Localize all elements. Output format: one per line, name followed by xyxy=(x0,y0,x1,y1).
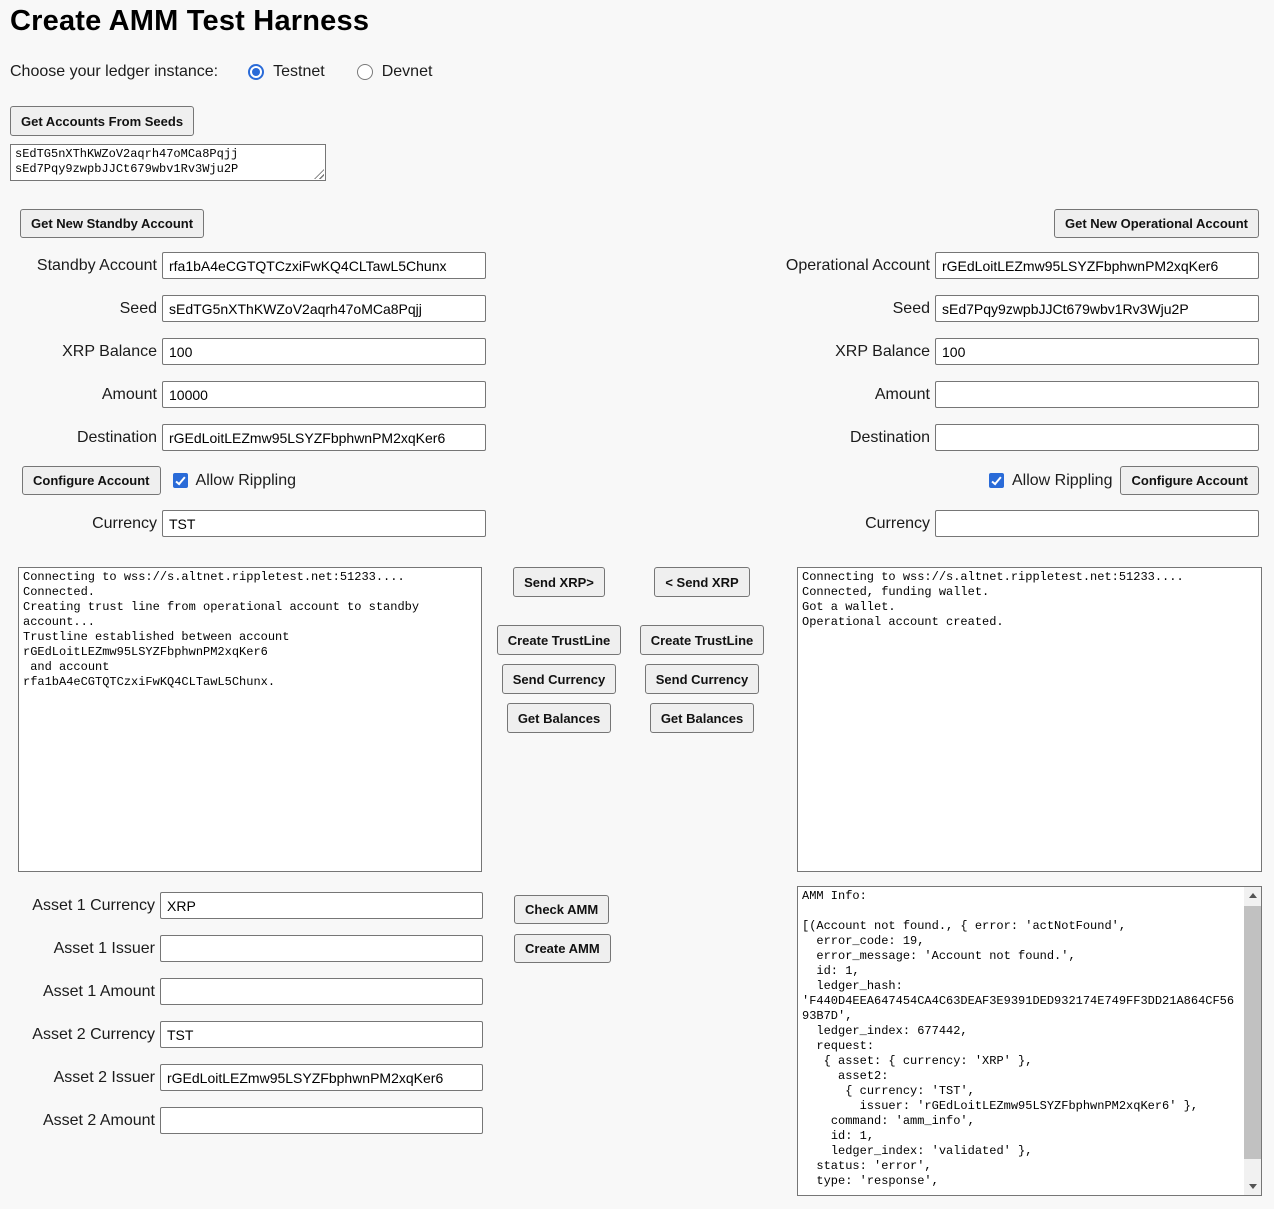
asset2-issuer-label: Asset 2 Issuer xyxy=(8,1069,160,1087)
standby-configure-account-button[interactable]: Configure Account xyxy=(22,466,161,495)
standby-amount-input[interactable] xyxy=(162,381,486,408)
standby-account-form: Get New Standby Account Standby Account … xyxy=(10,209,486,553)
operational-seed-label: Seed xyxy=(612,300,935,318)
amm-test-harness-page: Create AMM Test Harness Choose your ledg… xyxy=(0,0,1274,1209)
operational-account-form: Get New Operational Account Operational … xyxy=(612,209,1259,553)
operational-xrp-balance-label: XRP Balance xyxy=(612,343,935,361)
asset2-currency-label: Asset 2 Currency xyxy=(8,1026,160,1044)
testnet-radio[interactable] xyxy=(248,64,264,80)
operational-account-input[interactable] xyxy=(935,252,1259,279)
standby-amount-label: Amount xyxy=(10,386,162,404)
operational-amount-input[interactable] xyxy=(935,381,1259,408)
standby-send-currency-button[interactable]: Send Currency xyxy=(502,664,616,694)
seeds-input[interactable]: sEdTG5nXThKWZoV2aqrh47oMCa8Pqjj sEd7Pqy9… xyxy=(10,144,326,181)
check-amm-button[interactable]: Check AMM xyxy=(514,895,609,924)
devnet-radio-label: Devnet xyxy=(382,63,433,81)
get-new-standby-account-button[interactable]: Get New Standby Account xyxy=(20,209,204,238)
standby-results-textarea[interactable]: Connecting to wss://s.altnet.rippletest.… xyxy=(18,567,482,872)
standby-allow-rippling-checkbox[interactable] xyxy=(173,473,188,488)
standby-seed-label: Seed xyxy=(10,300,162,318)
page-title: Create AMM Test Harness xyxy=(10,5,369,38)
asset2-amount-input[interactable] xyxy=(160,1107,483,1134)
amm-info-panel[interactable]: AMM Info: [(Account not found., { error:… xyxy=(797,886,1262,1196)
standby-actions-column: Send XRP> Create TrustLine Send Currency… xyxy=(496,567,622,742)
operational-xrp-balance-input[interactable] xyxy=(935,338,1259,365)
ledger-instance-label: Choose your ledger instance: xyxy=(10,63,218,81)
send-xrp-to-standby-button[interactable]: < Send XRP xyxy=(654,567,749,597)
standby-currency-label: Currency xyxy=(10,515,162,533)
operational-allow-rippling-label: Allow Rippling xyxy=(1012,472,1113,490)
operational-create-trustline-button[interactable]: Create TrustLine xyxy=(640,625,765,655)
amm-asset-form: Asset 1 Currency Asset 1 Issuer Asset 1 … xyxy=(8,892,483,1150)
scrollbar-down-button[interactable] xyxy=(1244,1178,1261,1195)
devnet-radio[interactable] xyxy=(357,64,373,80)
seeds-textarea-wrap: sEdTG5nXThKWZoV2aqrh47oMCa8Pqjj sEd7Pqy9… xyxy=(10,144,326,181)
scrollbar-up-icon xyxy=(1249,893,1257,898)
standby-currency-input[interactable] xyxy=(162,510,486,537)
operational-account-label: Operational Account xyxy=(612,257,935,275)
asset1-issuer-label: Asset 1 Issuer xyxy=(8,940,160,958)
standby-get-balances-button[interactable]: Get Balances xyxy=(507,703,611,733)
amm-actions-column: Check AMM Create AMM xyxy=(514,895,611,973)
operational-send-currency-button[interactable]: Send Currency xyxy=(645,664,759,694)
ledger-instance-row: Choose your ledger instance: Testnet Dev… xyxy=(10,61,464,83)
operational-configure-account-button[interactable]: Configure Account xyxy=(1120,466,1259,495)
send-xrp-to-operational-button[interactable]: Send XRP> xyxy=(513,567,605,597)
scrollbar-down-icon xyxy=(1249,1184,1257,1189)
operational-results-textarea[interactable]: Connecting to wss://s.altnet.rippletest.… xyxy=(797,567,1262,872)
get-accounts-from-seeds-button[interactable]: Get Accounts From Seeds xyxy=(10,106,194,136)
standby-xrp-balance-label: XRP Balance xyxy=(10,343,162,361)
asset1-issuer-input[interactable] xyxy=(160,935,483,962)
operational-seed-input[interactable] xyxy=(935,295,1259,322)
operational-amount-label: Amount xyxy=(612,386,935,404)
scrollbar-thumb[interactable] xyxy=(1244,906,1261,1159)
asset1-amount-label: Asset 1 Amount xyxy=(8,983,160,1001)
standby-destination-label: Destination xyxy=(10,429,162,447)
standby-seed-input[interactable] xyxy=(162,295,486,322)
asset2-issuer-input[interactable] xyxy=(160,1064,483,1091)
operational-destination-input[interactable] xyxy=(935,424,1259,451)
standby-destination-input[interactable] xyxy=(162,424,486,451)
get-new-operational-account-button[interactable]: Get New Operational Account xyxy=(1054,209,1259,238)
standby-account-input[interactable] xyxy=(162,252,486,279)
asset2-currency-input[interactable] xyxy=(160,1021,483,1048)
scrollbar-up-button[interactable] xyxy=(1244,887,1261,904)
operational-currency-label: Currency xyxy=(612,515,935,533)
operational-currency-input[interactable] xyxy=(935,510,1259,537)
amm-info-text: AMM Info: [(Account not found., { error:… xyxy=(798,887,1244,1195)
testnet-radio-label: Testnet xyxy=(273,63,325,81)
asset1-amount-input[interactable] xyxy=(160,978,483,1005)
standby-results-wrap: Connecting to wss://s.altnet.rippletest.… xyxy=(18,567,482,872)
standby-create-trustline-button[interactable]: Create TrustLine xyxy=(497,625,622,655)
standby-allow-rippling-label: Allow Rippling xyxy=(196,472,297,490)
asset2-amount-label: Asset 2 Amount xyxy=(8,1112,160,1130)
testnet-radio-group: Testnet xyxy=(248,63,325,81)
operational-get-balances-button[interactable]: Get Balances xyxy=(650,703,754,733)
asset1-currency-input[interactable] xyxy=(160,892,483,919)
create-amm-button[interactable]: Create AMM xyxy=(514,934,611,963)
standby-xrp-balance-input[interactable] xyxy=(162,338,486,365)
operational-actions-column: < Send XRP Create TrustLine Send Currenc… xyxy=(639,567,765,742)
standby-account-label: Standby Account xyxy=(10,257,162,275)
amm-info-scrollbar[interactable] xyxy=(1244,887,1261,1195)
asset1-currency-label: Asset 1 Currency xyxy=(8,897,160,915)
devnet-radio-group: Devnet xyxy=(357,63,433,81)
operational-destination-label: Destination xyxy=(612,429,935,447)
operational-results-wrap: Connecting to wss://s.altnet.rippletest.… xyxy=(797,567,1262,872)
operational-allow-rippling-checkbox[interactable] xyxy=(989,473,1004,488)
